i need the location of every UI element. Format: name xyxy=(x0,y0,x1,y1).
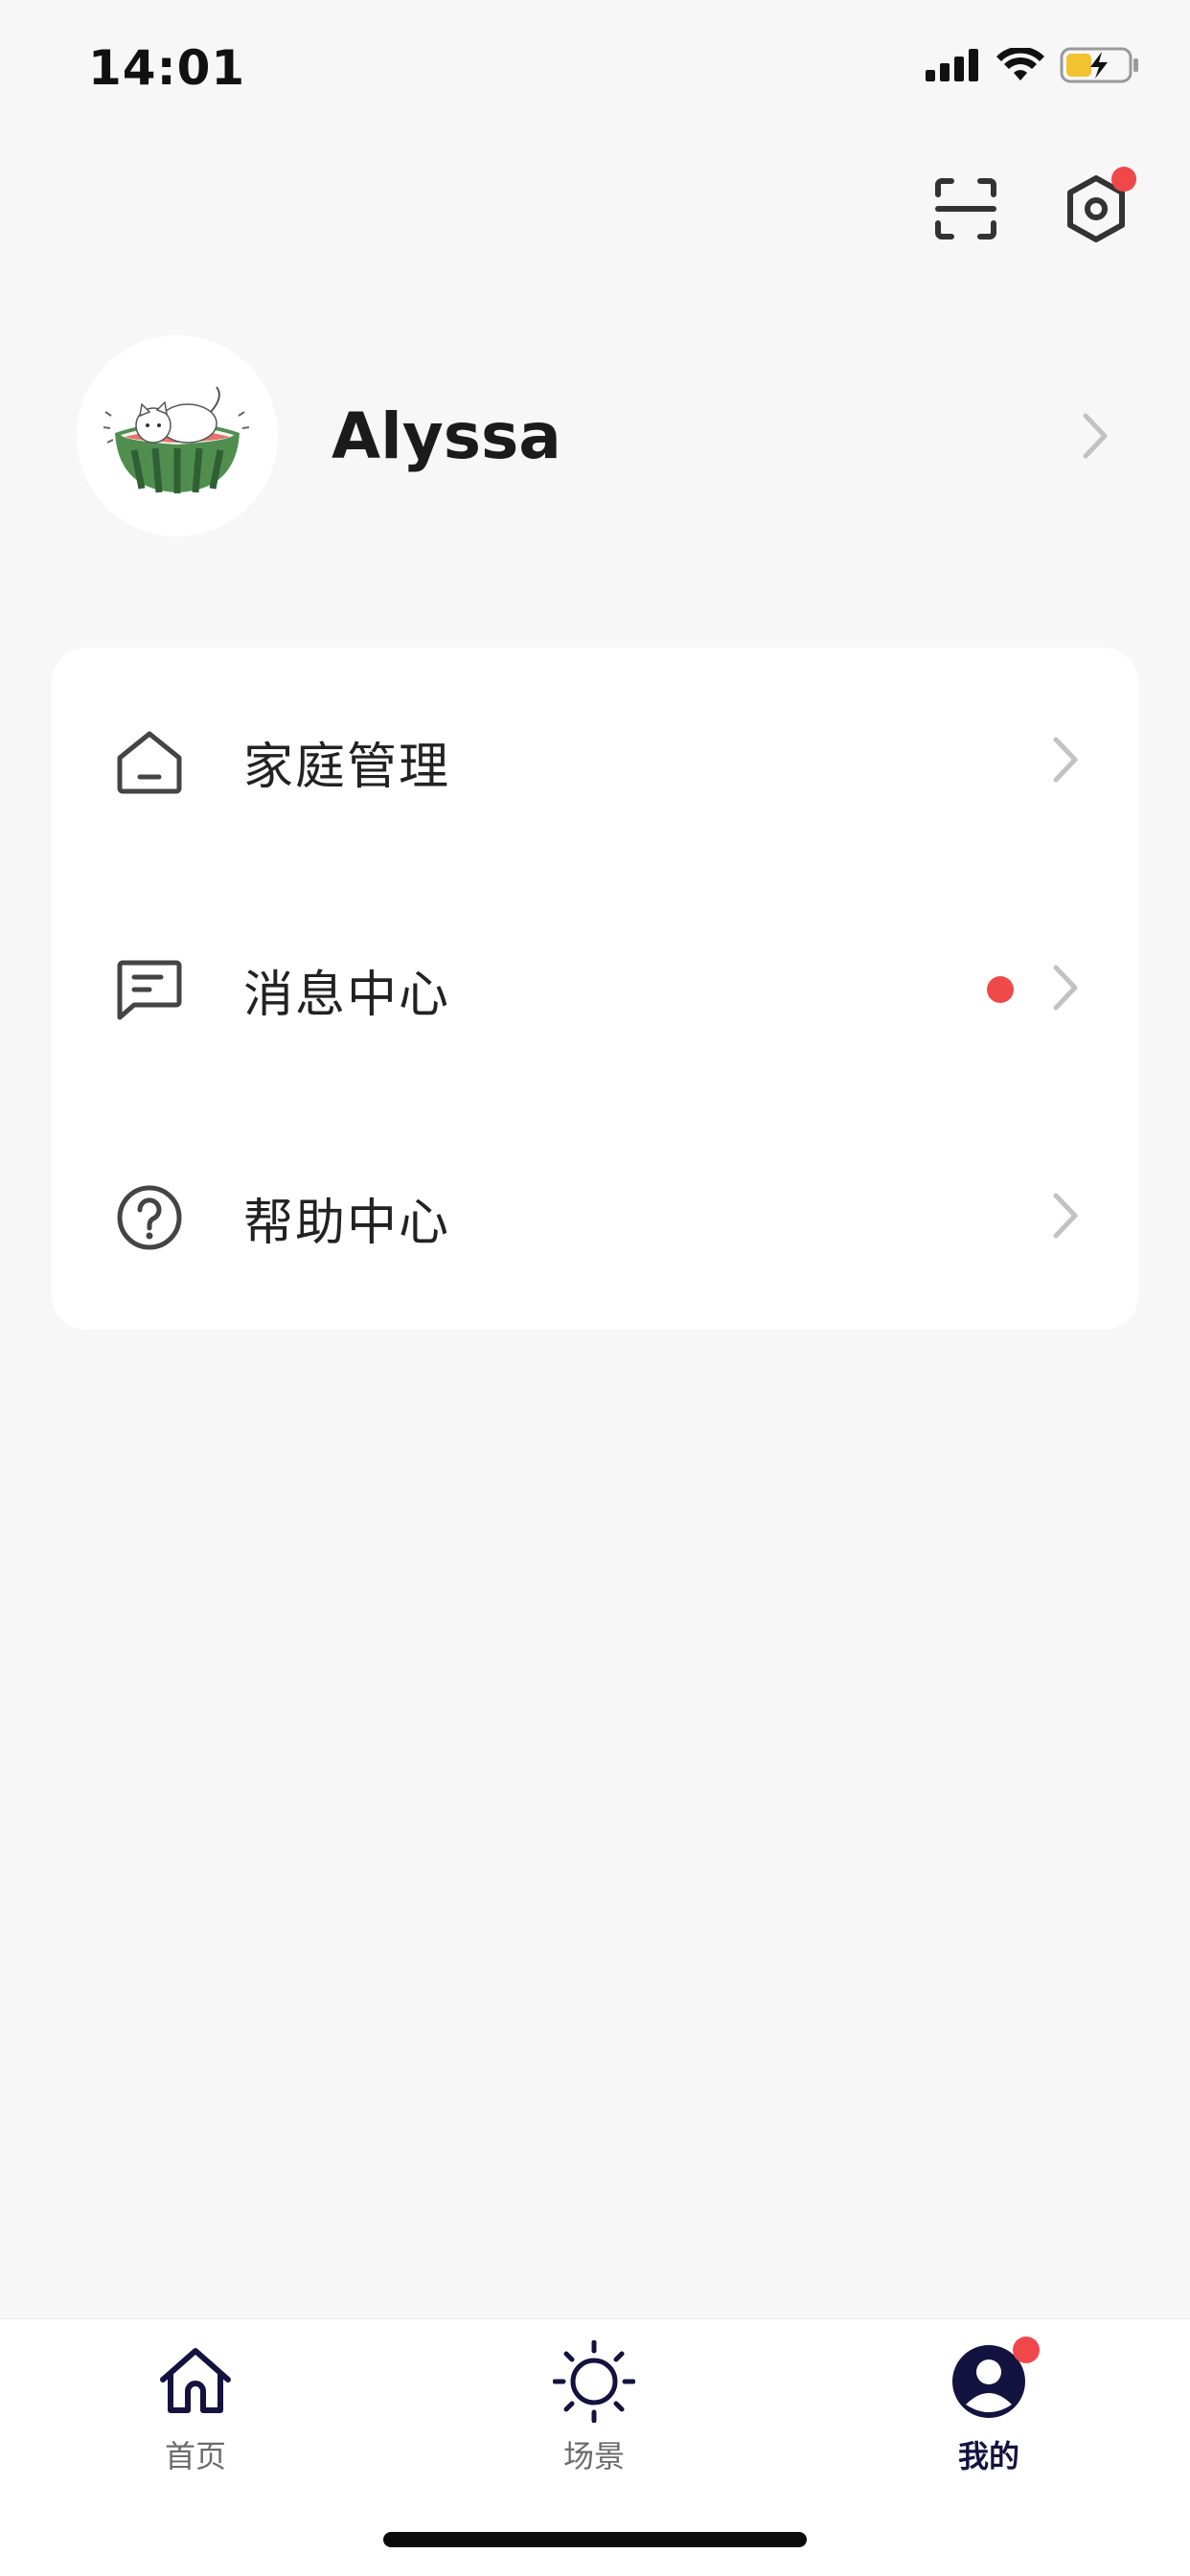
home-icon xyxy=(113,725,186,798)
tab-scenes[interactable]: 场景 xyxy=(498,2338,690,2476)
message-badge xyxy=(987,976,1014,1003)
status-bar: 14:01 xyxy=(0,0,1190,134)
tab-mine[interactable]: 我的 xyxy=(893,2337,1085,2476)
avatar[interactable] xyxy=(77,335,278,536)
chevron-right-icon xyxy=(1050,1192,1079,1243)
header-actions xyxy=(929,167,1136,245)
scan-icon xyxy=(935,178,996,239)
profile-name: Alyssa xyxy=(332,399,561,473)
settings-button[interactable] xyxy=(1060,167,1136,245)
tab-home[interactable]: 首页 xyxy=(100,2338,291,2476)
status-time: 14:01 xyxy=(88,40,246,96)
tab-bar: 首页 场景 我的 xyxy=(0,2318,1190,2576)
menu-item-help-center[interactable]: 帮助中心 xyxy=(52,1104,1138,1332)
menu-item-label: 家庭管理 xyxy=(243,738,451,796)
home-indicator xyxy=(383,2532,807,2547)
home-outline-icon xyxy=(152,2338,239,2425)
tab-label: 场景 xyxy=(562,2438,625,2474)
profile-chevron-icon xyxy=(1075,407,1113,465)
menu-card: 家庭管理 消息中心 帮助中心 xyxy=(52,648,1138,1330)
menu-item-label: 消息中心 xyxy=(243,966,451,1024)
scan-button[interactable] xyxy=(929,172,1002,245)
tab-label: 我的 xyxy=(957,2438,1019,2474)
message-icon xyxy=(113,953,186,1026)
tab-label: 首页 xyxy=(164,2438,226,2474)
battery-charging-icon xyxy=(1060,46,1140,88)
user-icon xyxy=(946,2337,1040,2425)
menu-item-label: 帮助中心 xyxy=(243,1194,451,1252)
profile-row[interactable]: Alyssa xyxy=(77,335,1113,536)
avatar-image xyxy=(103,386,250,493)
settings-badge xyxy=(1111,167,1136,192)
chevron-right-icon xyxy=(1050,964,1079,1015)
menu-item-message-center[interactable]: 消息中心 xyxy=(52,876,1138,1104)
sun-icon xyxy=(551,2338,637,2425)
signal-icon xyxy=(926,49,981,85)
wifi-icon xyxy=(996,46,1044,86)
help-icon xyxy=(113,1181,186,1254)
chevron-right-icon xyxy=(1050,736,1079,787)
status-icons xyxy=(926,46,1140,88)
mine-badge xyxy=(1013,2337,1040,2363)
menu-item-family-management[interactable]: 家庭管理 xyxy=(52,648,1138,876)
